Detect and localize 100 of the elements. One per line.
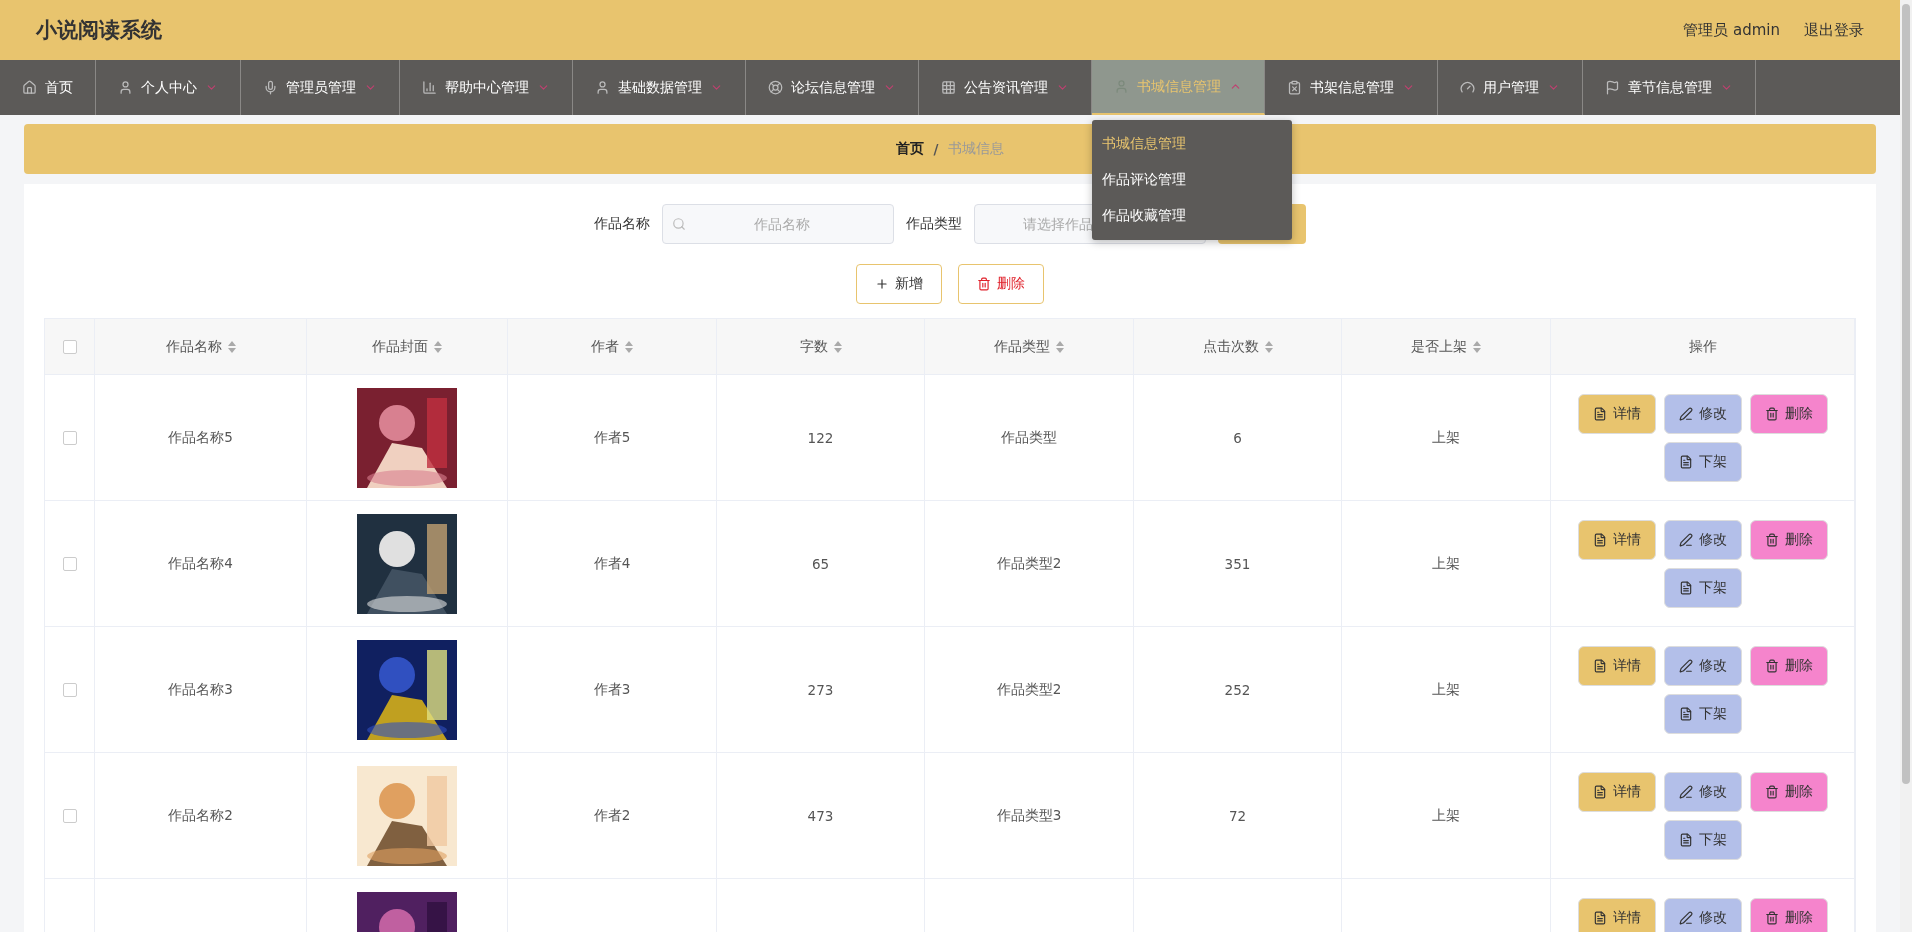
delete-button[interactable]: 删除 [1749, 897, 1828, 932]
checkbox[interactable] [62, 430, 77, 445]
table-cell: 上架 [1432, 806, 1460, 825]
nav-item[interactable]: 章节信息管理 [1583, 60, 1756, 115]
table-cell: 作者4 [593, 554, 631, 573]
edit-button[interactable]: 修改 [1663, 771, 1742, 812]
sort-icon[interactable] [1264, 340, 1273, 353]
detail-button[interactable]: 详情 [1577, 519, 1656, 560]
delete-button[interactable]: 删除 [1749, 519, 1828, 560]
sort-icon[interactable] [833, 340, 842, 353]
checkbox[interactable] [62, 556, 77, 571]
document-icon [1592, 658, 1607, 673]
nav-item[interactable]: 书架信息管理 [1265, 60, 1438, 115]
column-header: 操作 [1688, 337, 1717, 356]
checkbox[interactable] [62, 339, 77, 354]
nav-item[interactable]: 用户管理 [1438, 60, 1583, 115]
field-label: 作品名称 [594, 215, 650, 233]
nav-icon [941, 80, 956, 95]
table-cell: 6 [1233, 429, 1242, 446]
sort-icon[interactable] [434, 340, 442, 353]
shelf-button[interactable]: 下架 [1663, 567, 1742, 608]
nav-icon [1287, 80, 1302, 95]
table-cell: 作品名称5 [168, 428, 233, 447]
table-cell: 上架 [1432, 428, 1460, 447]
trash-icon [1764, 658, 1779, 673]
nav-icon [22, 80, 37, 95]
search-icon [672, 217, 686, 231]
menu-item[interactable]: 书城信息管理 [1092, 126, 1292, 162]
table-cell: 351 [1224, 555, 1251, 572]
detail-button[interactable]: 详情 [1577, 645, 1656, 686]
table-cell: 作者2 [593, 806, 631, 825]
checkbox[interactable] [62, 808, 77, 823]
edit-button[interactable]: 修改 [1663, 393, 1742, 434]
edit-button[interactable]: 修改 [1663, 645, 1742, 686]
sort-icon[interactable] [1056, 340, 1064, 353]
nav-item[interactable]: 个人中心 [96, 60, 241, 115]
edit-button[interactable]: 修改 [1663, 897, 1742, 932]
delete-button[interactable]: 删除 [1749, 645, 1828, 686]
column-header: 作者 [591, 337, 619, 356]
nav-icon [422, 80, 437, 95]
column-header: 字数 [799, 337, 828, 356]
search-field[interactable]: 作品名称 [662, 204, 894, 244]
edit-button[interactable]: 修改 [1663, 519, 1742, 560]
pen-icon [1678, 406, 1693, 421]
sort-icon[interactable] [625, 340, 633, 353]
menu-item[interactable]: 作品评论管理 [1092, 162, 1292, 198]
logout-link[interactable]: 退出登录 [1804, 20, 1864, 40]
column-header: 作品名称 [165, 337, 222, 356]
table-cell: 252 [1224, 681, 1251, 698]
nav-item[interactable]: 基础数据管理 [573, 60, 746, 115]
pen-icon [1678, 910, 1693, 925]
shelf-button[interactable]: 下架 [1663, 441, 1742, 482]
trash-icon [1764, 406, 1779, 421]
add-button[interactable]: 新增 [856, 264, 942, 304]
scrollbar[interactable] [1902, 4, 1910, 784]
nav-icon [263, 80, 278, 95]
delete-button[interactable]: 删除 [958, 264, 1044, 304]
table-cell: 72 [1228, 807, 1247, 824]
column-header: 点击次数 [1202, 337, 1259, 356]
checkbox[interactable] [62, 682, 77, 697]
nav-item[interactable]: 帮助中心管理 [400, 60, 573, 115]
breadcrumb-item[interactable]: 首页 [895, 140, 924, 158]
table-cell: 122 [807, 429, 834, 446]
column-header: 是否上架 [1411, 337, 1467, 356]
document-icon [1678, 454, 1693, 469]
table-cell: 作品类型2 [996, 554, 1062, 573]
table-cell: 65 [811, 555, 830, 572]
delete-button[interactable]: 删除 [1749, 771, 1828, 812]
shelf-button[interactable]: 下架 [1663, 819, 1742, 860]
table-cell: 473 [807, 807, 834, 824]
table-cell: 作品类型 [1001, 428, 1057, 447]
nav-item[interactable]: 管理员管理 [241, 60, 400, 115]
breadcrumb-item: 书城信息 [948, 140, 1005, 158]
table-cell: 上架 [1432, 554, 1460, 573]
column-header: 作品类型 [994, 337, 1050, 356]
shelf-button[interactable]: 下架 [1663, 693, 1742, 734]
sort-icon[interactable] [227, 340, 236, 353]
document-icon [1592, 406, 1607, 421]
table-cell: 作品名称3 [168, 680, 233, 699]
nav-item[interactable]: 首页 [0, 60, 96, 115]
pen-icon [1678, 532, 1693, 547]
nav-icon [1605, 80, 1620, 95]
table-cell: 273 [807, 681, 834, 698]
nav-icon [1460, 80, 1475, 95]
nav-item[interactable]: 论坛信息管理 [746, 60, 919, 115]
document-icon [1592, 784, 1607, 799]
delete-button[interactable]: 删除 [1749, 393, 1828, 434]
detail-button[interactable]: 详情 [1577, 897, 1656, 932]
trash-icon [1764, 784, 1779, 799]
detail-button[interactable]: 详情 [1577, 771, 1656, 812]
field-label: 作品类型 [906, 215, 962, 233]
table-cell: 作者3 [593, 680, 631, 699]
document-icon [1678, 832, 1693, 847]
pen-icon [1678, 658, 1693, 673]
table-cell: 作品类型3 [996, 806, 1062, 825]
document-icon [1678, 580, 1693, 595]
detail-button[interactable]: 详情 [1577, 393, 1656, 434]
sort-icon[interactable] [1473, 340, 1481, 353]
plus-icon [875, 277, 889, 291]
table-cell: 作品类型2 [996, 680, 1062, 699]
